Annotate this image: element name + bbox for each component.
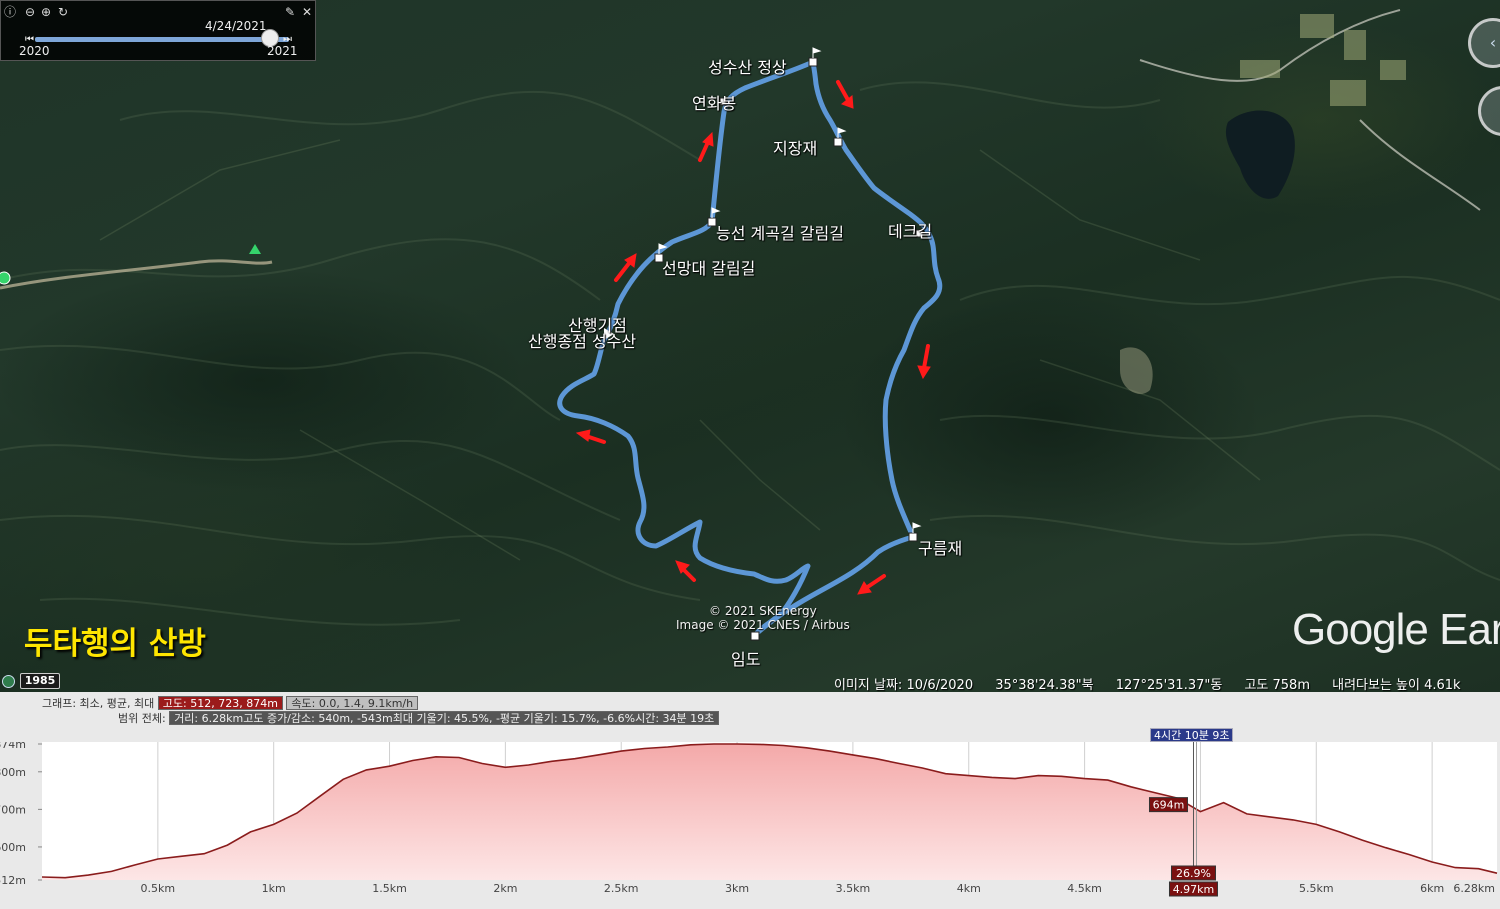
status-bar: 이미지 날짜: 10/6/2020 35°38'24.38"북 127°25'3…: [834, 674, 1479, 692]
y-tick-label: 600m: [0, 841, 26, 854]
timeline-slider-track[interactable]: [35, 37, 289, 42]
graph-label: 그래프: 최소, 평균, 최대: [42, 697, 155, 710]
village-road: [1139, 9, 1481, 211]
y-tick-label: 800m: [0, 766, 26, 779]
range-summary-row: 범위 전체: 거리: 6.28km고도 증가/감소: 540m, -543m최대…: [118, 710, 720, 726]
timeline-end-year: 2021: [267, 44, 298, 58]
waypoint-label-end[interactable]: 산행종점 성수산: [528, 328, 636, 352]
historical-imagery-timeline[interactable]: ⓘ ⊖ ⊕ ↻ ✎ ✕ 4/24/2021 ⏮ ⏭ 2020 2021: [0, 0, 316, 61]
y-tick-label: 700m: [0, 803, 26, 816]
google-earth-logo: Google Ear: [1292, 605, 1500, 654]
village-fields: [1240, 14, 1406, 106]
direction-arrow-icon: [698, 131, 714, 162]
ground-elevation: 고도 758m: [1244, 678, 1310, 692]
direction-arrow-icon: [917, 344, 931, 380]
copyright-text: © 2021 SKEnergy Image © 2021 CNES / Airb…: [676, 604, 850, 632]
forest-road: [0, 259, 273, 290]
waypoint-label-gureumjae[interactable]: 구름재: [918, 535, 962, 559]
x-tick-label: 4km: [957, 882, 981, 895]
place-marker-icon[interactable]: [0, 271, 11, 285]
direction-arrow-icon: [675, 560, 696, 582]
close-icon[interactable]: ✕: [300, 5, 314, 19]
x-tick-label: 2km: [493, 882, 517, 895]
waypoint-label-seonmangdae[interactable]: 선망대 갈림길: [662, 255, 755, 279]
zoom-out-icon[interactable]: ⊖: [23, 5, 37, 19]
cursor-time-label: 4시간 10분 9초: [1150, 728, 1234, 742]
x-tick-label: 5.5km: [1299, 882, 1334, 895]
elevation-profile-panel[interactable]: 그래프: 최소, 평균, 최대 고도: 512, 723, 874m 속도: 0…: [0, 692, 1500, 909]
cursor-distance-label: 4.97km: [1173, 883, 1215, 896]
range-label: 범위 전체:: [118, 712, 166, 725]
x-tick-label: 6km: [1420, 882, 1444, 895]
wrench-icon[interactable]: ✎: [283, 5, 297, 19]
x-tick-label: 0.5km: [141, 882, 176, 895]
longitude: 127°25'31.37"동: [1115, 678, 1223, 692]
range-stats-chip: 거리: 6.28km고도 증가/감소: 540m, -543m최대 기울기: 4…: [169, 711, 720, 725]
y-tick-label: 512m: [0, 874, 26, 887]
graph-summary-row: 그래프: 최소, 평균, 최대 고도: 512, 723, 874m 속도: 0…: [42, 695, 419, 711]
speed-stat-chip[interactable]: 속도: 0.0, 1.4, 9.1km/h: [286, 696, 419, 710]
place-marker-icon[interactable]: [249, 244, 261, 254]
x-tick-label: 1km: [262, 882, 286, 895]
latitude: 35°38'24.38"북: [995, 678, 1094, 692]
x-tick-label: 6.28km: [1453, 882, 1495, 895]
elevation-chart[interactable]: 0.5km1km1.5km2km2.5km3km3.5km4km4.5km5km…: [0, 742, 1500, 909]
earth-globe-icon[interactable]: [2, 675, 15, 688]
timeline-start-year: 2020: [19, 44, 50, 58]
direction-arrow-icon: [575, 429, 606, 444]
waypoint-label-jijangjae[interactable]: 지장재: [773, 135, 817, 159]
direction-arrow-icon: [836, 80, 854, 109]
zoom-in-icon[interactable]: ⊕: [39, 5, 53, 19]
eye-altitude: 내려다보는 높이 4.61k: [1332, 678, 1461, 692]
image-date: 이미지 날짜: 10/6/2020: [834, 678, 974, 692]
terrain-valleys: [99, 139, 1261, 561]
copyright-line-1: © 2021 SKEnergy: [709, 604, 817, 618]
x-tick-label: 3.5km: [836, 882, 871, 895]
history-icon[interactable]: ↻: [56, 5, 70, 19]
copyright-line-2: Image © 2021 CNES / Airbus: [676, 618, 850, 632]
reservoir: [1225, 110, 1295, 199]
waypoint-label-neungseon[interactable]: 능선 계곡길 갈림길: [716, 220, 844, 244]
x-tick-label: 1.5km: [372, 882, 407, 895]
x-tick-label: 2.5km: [604, 882, 639, 895]
waypoint-label-peak[interactable]: 성수산 정상: [708, 54, 787, 78]
map-overlay: [0, 9, 1500, 641]
timeline-date: 4/24/2021: [205, 19, 267, 33]
waypoint-label-dekgil[interactable]: 데크길: [888, 218, 932, 242]
historical-year-badge[interactable]: 1985: [20, 673, 60, 689]
direction-arrow-icon: [857, 574, 886, 595]
info-icon[interactable]: ⓘ: [3, 5, 17, 19]
satellite-map[interactable]: 성수산 정상 연화봉 지장재 능선 계곡길 갈림길 데크길 선망대 갈림길 산행…: [0, 0, 1500, 692]
elevation-stat-chip[interactable]: 고도: 512, 723, 874m: [157, 696, 283, 710]
x-tick-label: 3km: [725, 882, 749, 895]
x-tick-label: 4.5km: [1067, 882, 1102, 895]
y-tick-label: 874m: [0, 742, 26, 751]
waypoint-label-yeonhwabong[interactable]: 연화봉: [692, 90, 736, 114]
brand-watermark: 두타행의 산방: [24, 626, 206, 662]
cursor-grade-label: 26.9%: [1176, 867, 1211, 880]
waypoint-label-imdo[interactable]: 임도: [731, 646, 760, 670]
waypoint-flags: [658, 47, 922, 533]
cursor-elevation-label: 694m: [1153, 799, 1185, 812]
valley-clearing: [1120, 347, 1153, 394]
